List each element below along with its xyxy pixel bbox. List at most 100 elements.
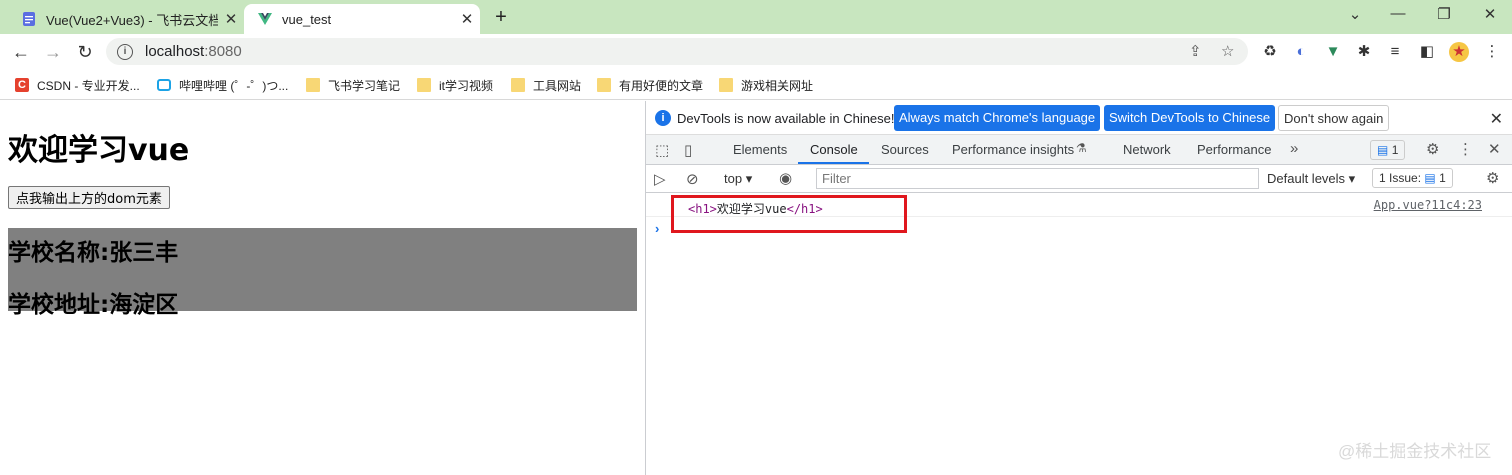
experiment-flask-icon: ⚗ bbox=[1076, 141, 1087, 155]
device-toolbar-icon[interactable]: ▯ bbox=[684, 141, 692, 159]
context-selector[interactable]: top ▾ bbox=[724, 171, 752, 187]
issues-count: 1 bbox=[1439, 171, 1446, 185]
bookmarks-bar: C CSDN - 专业开发... 哔哩哔哩 (゜-゜)つ... 飞书学习笔记 i… bbox=[0, 70, 1512, 100]
address-bar[interactable]: i localhost:8080 ⇪ ☆ bbox=[106, 38, 1248, 65]
log-levels-select[interactable]: Default levels ▾ bbox=[1267, 171, 1355, 187]
messages-count: 1 bbox=[1391, 143, 1399, 157]
source-link[interactable]: App.vue?11c4:23 bbox=[1374, 198, 1482, 212]
switch-to-chinese-button[interactable]: Switch DevTools to Chinese bbox=[1104, 105, 1276, 131]
bookmark-label: 游戏相关网址 bbox=[741, 78, 814, 93]
gear-icon[interactable]: ⚙ bbox=[1426, 140, 1439, 158]
minimize-icon[interactable]: — bbox=[1378, 5, 1418, 22]
tab-label: Vue(Vue2+Vue3) - 飞书云文档 bbox=[46, 12, 218, 28]
bookmark-label: 工具网站 bbox=[533, 78, 582, 93]
bookmark-folder[interactable]: 有用好便的文章 bbox=[597, 76, 703, 94]
close-icon[interactable]: ✕ bbox=[1490, 109, 1503, 129]
close-devtools-icon[interactable]: ✕ bbox=[1488, 140, 1501, 158]
site-info-icon[interactable]: i bbox=[117, 43, 133, 60]
tab-performance[interactable]: Performance bbox=[1197, 142, 1271, 157]
tab-vue-doc[interactable]: Vue(Vue2+Vue3) - 飞书云文档 ✕ bbox=[8, 4, 244, 34]
new-tab-button[interactable]: + bbox=[488, 6, 514, 29]
devtools-panel: i DevTools is now available in Chinese! … bbox=[645, 101, 1512, 475]
kebab-menu-icon[interactable]: ⋮ bbox=[1458, 140, 1473, 158]
levels-label: Default levels bbox=[1267, 171, 1346, 186]
dont-show-again-button[interactable]: Don't show again bbox=[1278, 105, 1390, 131]
bookmark-label: 飞书学习笔记 bbox=[328, 78, 401, 93]
page-heading: 欢迎学习vue bbox=[8, 133, 190, 168]
messages-badge[interactable]: ▤ 1 bbox=[1370, 140, 1406, 160]
puzzle-icon[interactable]: ✱ bbox=[1354, 42, 1374, 62]
tab-elements[interactable]: Elements bbox=[733, 142, 787, 157]
eye-icon[interactable]: ◉ bbox=[779, 169, 792, 187]
console-prompt-chevron-icon[interactable]: › bbox=[655, 221, 659, 236]
always-match-language-button[interactable]: Always match Chrome's language bbox=[894, 105, 1101, 131]
issues-badge[interactable]: 1 Issue: ▤ 1 bbox=[1372, 168, 1453, 188]
tab-network[interactable]: Network bbox=[1123, 142, 1171, 157]
side-panel-icon[interactable]: ◧ bbox=[1417, 42, 1437, 62]
back-arrow-icon[interactable]: ← bbox=[8, 40, 34, 64]
close-icon[interactable]: ✕ bbox=[454, 10, 480, 28]
page-viewport: 欢迎学习vue 点我输出上方的dom元素 学校名称:张三丰 学校地址:海淀区 bbox=[0, 101, 645, 475]
folder-icon bbox=[597, 78, 611, 92]
forward-arrow-icon[interactable]: → bbox=[40, 40, 66, 64]
tab-console[interactable]: Console bbox=[810, 142, 858, 157]
media-list-icon[interactable]: ≡ bbox=[1385, 42, 1405, 62]
tab-sources[interactable]: Sources bbox=[881, 142, 929, 157]
console-settings-gear-icon[interactable]: ⚙ bbox=[1486, 169, 1499, 187]
infobar-message: DevTools is now available in Chinese! bbox=[677, 111, 895, 126]
tab-label: vue_test bbox=[282, 11, 332, 27]
clear-console-icon[interactable]: ⊘ bbox=[686, 170, 699, 188]
tab-vue-test[interactable]: vue_test ✕ bbox=[244, 4, 480, 34]
selected-tab-indicator bbox=[798, 162, 869, 164]
school-name: 学校名称:张三丰 bbox=[8, 240, 179, 266]
tab-strip: Vue(Vue2+Vue3) - 飞书云文档 ✕ vue_test ✕ + ⌄ … bbox=[0, 0, 1512, 34]
school-address: 学校地址:海淀区 bbox=[8, 292, 179, 318]
output-dom-button[interactable]: 点我输出上方的dom元素 bbox=[8, 186, 170, 209]
info-icon: i bbox=[655, 110, 671, 126]
watermark: @稀土掘金技术社区 bbox=[1338, 442, 1492, 461]
folder-icon bbox=[306, 78, 320, 92]
avatar[interactable]: ★ bbox=[1449, 42, 1469, 62]
bookmark-label: 哔哩哔哩 (゜-゜)つ... bbox=[179, 78, 289, 93]
bookmark-label: CSDN - 专业开发... bbox=[37, 78, 140, 93]
console-toolbar: ▷ ⊘ top ▾ ◉ Filter Default levels ▾ 1 Is… bbox=[646, 165, 1512, 193]
red-highlight-box bbox=[671, 195, 907, 233]
bookmark-csdn[interactable]: C CSDN - 专业开发... bbox=[15, 76, 140, 94]
issues-label: 1 Issue: bbox=[1379, 171, 1422, 185]
bookmark-label: 有用好便的文章 bbox=[619, 78, 704, 93]
devtools-tab-bar: ⬚ ▯ Elements Console Sources Performance… bbox=[646, 135, 1512, 165]
bookmark-folder[interactable]: 游戏相关网址 bbox=[719, 76, 813, 94]
extension-icon[interactable]: ◐ bbox=[1291, 42, 1311, 62]
bookmark-star-icon[interactable]: ☆ bbox=[1221, 42, 1234, 60]
tab-search-chevron-icon[interactable]: ⌄ bbox=[1335, 5, 1375, 23]
bookmark-folder[interactable]: 工具网站 bbox=[511, 76, 581, 94]
bookmark-label: it学习视频 bbox=[439, 78, 494, 93]
bookmark-folder[interactable]: it学习视频 bbox=[417, 76, 493, 94]
menu-icon[interactable]: ⋮ bbox=[1482, 42, 1502, 62]
sidebar-toggle-icon[interactable]: ▷ bbox=[654, 170, 666, 188]
filter-input[interactable]: Filter bbox=[816, 168, 1259, 189]
bilibili-icon bbox=[157, 79, 171, 91]
folder-icon bbox=[511, 78, 525, 92]
folder-icon bbox=[719, 78, 733, 92]
share-icon[interactable]: ⇪ bbox=[1189, 42, 1202, 60]
language-infobar: i DevTools is now available in Chinese! … bbox=[646, 101, 1512, 135]
bookmark-folder[interactable]: 飞书学习笔记 bbox=[306, 76, 400, 94]
close-icon[interactable]: ✕ bbox=[218, 10, 244, 28]
vue-devtools-icon[interactable]: ▼ bbox=[1323, 42, 1343, 62]
restore-icon[interactable]: ❐ bbox=[1424, 5, 1464, 23]
tab-performance-insights[interactable]: Performance insights bbox=[952, 142, 1074, 157]
more-tabs-icon[interactable]: » bbox=[1290, 140, 1298, 157]
message-icon: ▤ bbox=[1377, 143, 1389, 157]
reload-icon[interactable]: ↻ bbox=[72, 40, 98, 64]
context-label: top bbox=[724, 171, 743, 186]
bookmark-bilibili[interactable]: 哔哩哔哩 (゜-゜)つ... bbox=[157, 76, 288, 94]
recycle-extension-icon[interactable]: ♻ bbox=[1260, 42, 1280, 62]
url-text: localhost:8080 bbox=[145, 43, 242, 60]
school-section: 学校名称:张三丰 学校地址:海淀区 bbox=[8, 228, 637, 318]
close-window-icon[interactable]: ✕ bbox=[1470, 5, 1510, 23]
csdn-icon: C bbox=[15, 78, 29, 92]
folder-icon bbox=[417, 78, 431, 92]
document-icon bbox=[23, 12, 35, 26]
inspect-element-icon[interactable]: ⬚ bbox=[655, 141, 669, 159]
